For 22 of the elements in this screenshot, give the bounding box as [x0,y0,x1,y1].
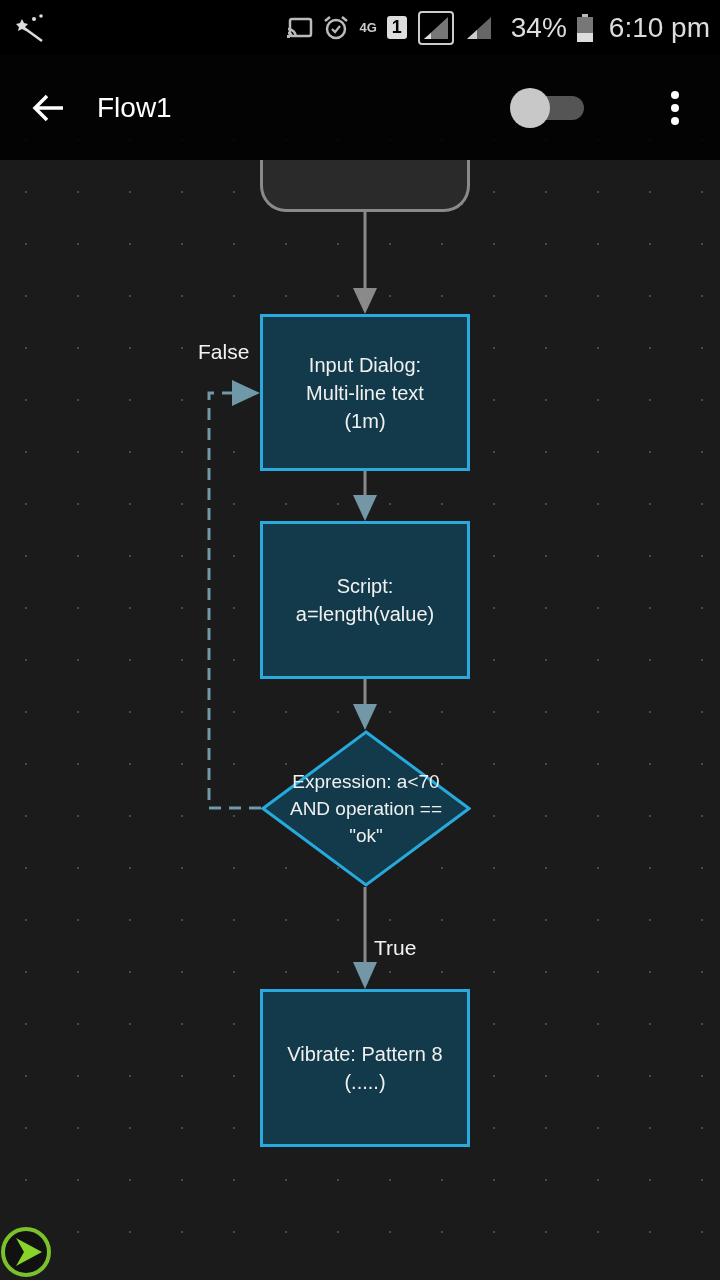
action-node[interactable]: Input Dialog: Multi-line text (1m) [260,314,470,471]
menu-icon[interactable] [670,90,680,125]
action-node[interactable]: Script: a=length(value) [260,521,470,679]
signal-icon [416,9,455,46]
battery-level: 34% [510,11,567,44]
clock: 6:10 pm [608,11,710,44]
alarm-icon [323,14,350,41]
edge-label: False [198,340,250,364]
magic-wand-icon [14,12,46,43]
start-node[interactable] [260,160,470,212]
battery-icon [576,13,593,42]
sim-indicator: 1 [386,16,407,39]
edge-label: True [374,936,417,960]
toggle-switch[interactable] [510,87,584,128]
connector-arrow [353,471,377,521]
cast-icon [287,16,314,39]
flow-title: Flow1 [97,91,172,124]
action-node[interactable]: Vibrate: Pattern 8 (.....) [260,989,470,1147]
back-arrow-icon[interactable] [31,92,65,123]
connector-arrow [353,679,377,730]
network-type: 4G [359,20,377,35]
play-icon[interactable] [0,1226,52,1278]
